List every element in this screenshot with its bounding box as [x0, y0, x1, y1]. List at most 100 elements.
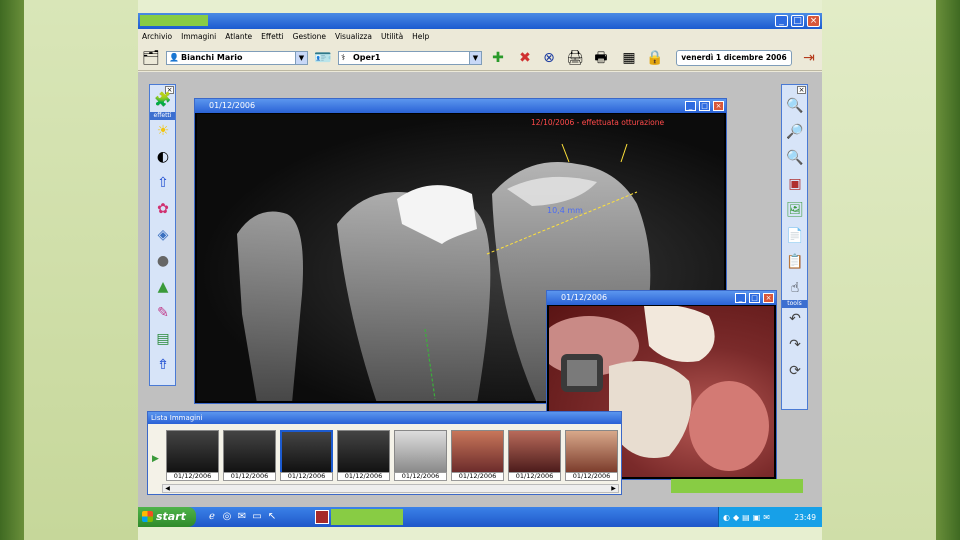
thumbnail-panoramic[interactable]	[394, 430, 447, 474]
scroll-left-icon[interactable]: ◀	[163, 485, 172, 492]
menu-archivio[interactable]: Archivio	[142, 32, 172, 41]
zoom-out-icon[interactable]: 🔎	[786, 123, 804, 141]
scanner-icon[interactable]: 🖨	[566, 49, 584, 67]
chevron-down-icon[interactable]: ▼	[295, 52, 307, 64]
calculator-icon[interactable]: ▦	[620, 49, 638, 67]
ie-icon[interactable]: ℯ	[206, 511, 218, 523]
histogram-icon[interactable]: ⇧	[154, 174, 172, 192]
maximize-button[interactable]: □	[791, 15, 804, 27]
print-icon[interactable]: 🖶	[592, 49, 610, 67]
menu-immagini[interactable]: Immagini	[181, 32, 216, 41]
close-button[interactable]: ×	[807, 15, 820, 27]
thumbnail-label: 01/12/2006	[451, 472, 504, 481]
undo-icon[interactable]: ↶	[786, 310, 804, 328]
thumbnail-photo[interactable]	[508, 430, 561, 474]
image-list-panel: Lista Immagini ▶ 01/12/2006 01/12/2006 0…	[147, 411, 622, 495]
app-screen: _ □ × Archivio Immagini Atlante Effetti …	[138, 13, 822, 527]
maximize-button[interactable]: □	[749, 293, 760, 303]
taskbar-app-redacted[interactable]	[331, 509, 403, 525]
scroll-right-icon[interactable]: ▶	[609, 485, 618, 492]
minimize-button[interactable]: _	[735, 293, 746, 303]
sun-icon[interactable]: ☀	[154, 122, 172, 140]
rotate-icon[interactable]: ⟳	[786, 362, 804, 380]
sharpen-icon[interactable]: ⇮	[154, 356, 172, 374]
palette-icon[interactable]: ▤	[154, 330, 172, 348]
tools-panel-caption: tools	[782, 300, 807, 308]
treatment-annotation: 12/10/2006 - effettuata otturazione	[531, 118, 665, 127]
zoom-in-icon[interactable]: 🔍	[786, 97, 804, 115]
document-icon[interactable]: 📄	[786, 227, 804, 245]
patient-card-icon[interactable]: 🗂	[142, 49, 160, 67]
menu-visualizza[interactable]: Visualizza	[335, 32, 372, 41]
antivirus-icon[interactable]: ◆	[733, 513, 739, 522]
patient-select[interactable]: 👤 Bianchi Mario ▼	[166, 51, 308, 65]
thumbnail-xray[interactable]	[337, 430, 390, 474]
close-button[interactable]: ×	[763, 293, 774, 303]
status-redacted	[671, 479, 803, 493]
exit-icon[interactable]: ⇥	[800, 49, 818, 67]
thumbnail-label: 01/12/2006	[337, 472, 390, 481]
thumbnail-photo[interactable]	[565, 430, 618, 474]
slide-background-left	[24, 0, 138, 540]
cancel-icon[interactable]: ⊗	[540, 49, 558, 67]
user-icon: 👤	[169, 53, 179, 62]
image-icon[interactable]: 🖼	[786, 201, 804, 219]
quick-launch: ℯ ◎ ✉ ▭ ↖	[206, 511, 278, 523]
slide-frame-left	[0, 0, 24, 540]
start-button[interactable]: start	[138, 507, 196, 527]
clipboard-icon[interactable]: 📋	[786, 253, 804, 271]
start-label: start	[156, 510, 186, 523]
thumbnail-xray-selected[interactable]	[280, 430, 333, 474]
thumbnail-xray[interactable]	[166, 430, 219, 474]
play-icon[interactable]: ▶	[152, 454, 159, 464]
minimize-button[interactable]: _	[685, 101, 696, 111]
chevron-down-icon[interactable]: ▼	[469, 52, 481, 64]
image-list-scrollbar[interactable]: ◀ ▶	[162, 484, 619, 493]
thumbnail-xray[interactable]	[223, 430, 276, 474]
menu-gestione[interactable]: Gestione	[293, 32, 326, 41]
display-icon[interactable]: ▣	[753, 513, 761, 522]
menu-atlante[interactable]: Atlante	[225, 32, 252, 41]
security-icon[interactable]: ✉	[763, 513, 770, 522]
menu-bar: Archivio Immagini Atlante Effetti Gestio…	[138, 29, 822, 43]
measurement-label: 10,4 mm	[547, 206, 583, 215]
crop-icon[interactable]: ▣	[786, 175, 804, 193]
main-toolbar: 🗂 👤 Bianchi Mario ▼ 🪪 ⚕ Oper1 ▼ ✚ ✖ ⊗ 🖨 …	[138, 43, 822, 71]
minimize-button[interactable]: _	[775, 15, 788, 27]
close-button[interactable]: ×	[713, 101, 724, 111]
slide-background-right	[822, 0, 936, 540]
contrast-icon[interactable]: ◐	[154, 148, 172, 166]
volume-icon[interactable]: ▤	[742, 513, 750, 522]
pointer-icon[interactable]: ☝	[786, 279, 804, 297]
redo-icon[interactable]: ↷	[786, 336, 804, 354]
menu-help[interactable]: Help	[412, 32, 429, 41]
operator-card-icon[interactable]: 🪪	[314, 49, 332, 67]
xray-window-title: 01/12/2006	[195, 99, 726, 113]
clock: 23:49	[794, 512, 816, 522]
folder-icon[interactable]: ▭	[251, 511, 263, 523]
maximize-button[interactable]: □	[699, 101, 710, 111]
effects-panel: × 🧩 effetti ☀ ◐ ⇧ ✿ ◈ ● ▲ ✎ ▤ ⇮	[149, 84, 176, 386]
shapes-icon[interactable]: 🧩	[154, 91, 172, 109]
close-icon[interactable]: ×	[797, 86, 806, 94]
lock-icon[interactable]: 🔒	[646, 49, 664, 67]
menu-utilita[interactable]: Utilità	[381, 32, 403, 41]
color-icon[interactable]: ✿	[154, 200, 172, 218]
thumbnail-photo[interactable]	[451, 430, 504, 474]
sphere-icon[interactable]: ●	[154, 252, 172, 270]
cursor-icon[interactable]: ↖	[266, 511, 278, 523]
operator-select[interactable]: ⚕ Oper1 ▼	[338, 51, 482, 65]
filter-icon[interactable]: ✎	[154, 304, 172, 322]
outlook-icon[interactable]: ✉	[236, 511, 248, 523]
delete-icon[interactable]: ✖	[516, 49, 534, 67]
taskbar-app-icon[interactable]	[315, 510, 329, 524]
landscape-icon[interactable]: ▲	[154, 278, 172, 296]
app-titlebar: _ □ ×	[138, 13, 822, 29]
menu-effetti[interactable]: Effetti	[261, 32, 284, 41]
media-icon[interactable]: ◎	[221, 511, 233, 523]
zoom-fit-icon[interactable]: 🔍	[786, 149, 804, 167]
workspace: × 🧩 effetti ☀ ◐ ⇧ ✿ ◈ ● ▲ ✎ ▤ ⇮ × 🔍 🔎 🔍 …	[138, 72, 822, 507]
network-icon[interactable]: ◐	[723, 513, 730, 522]
add-icon[interactable]: ✚	[489, 49, 507, 67]
emboss-icon[interactable]: ◈	[154, 226, 172, 244]
